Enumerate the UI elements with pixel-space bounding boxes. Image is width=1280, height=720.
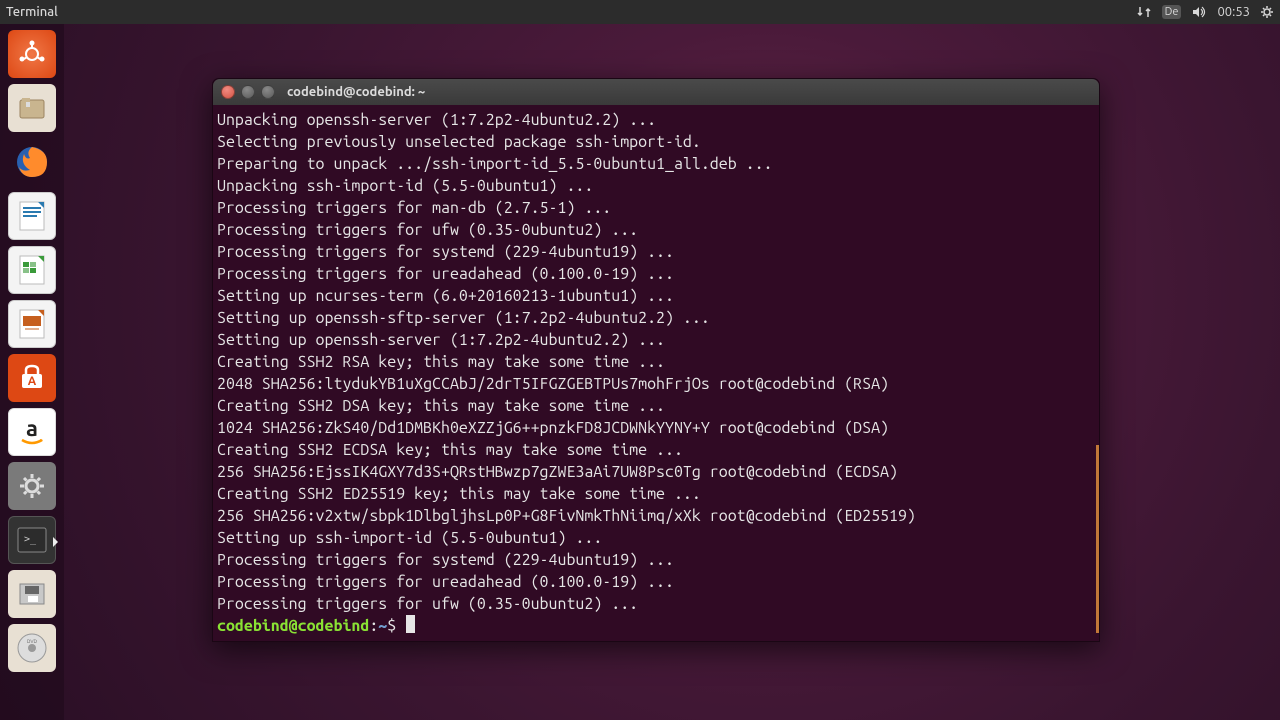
terminal-scrollbar[interactable]	[1096, 445, 1099, 633]
window-close-button[interactable]	[221, 85, 235, 99]
terminal-line: Processing triggers for ufw (0.35-0ubunt…	[217, 593, 1095, 615]
terminal-window: codebind@codebind: ~ Unpacking openssh-s…	[212, 78, 1100, 642]
terminal-line: Processing triggers for ufw (0.35-0ubunt…	[217, 219, 1095, 241]
terminal-line: Processing triggers for systemd (229-4ub…	[217, 549, 1095, 571]
files-icon[interactable]	[8, 84, 56, 132]
prompt-colon: :	[369, 617, 378, 635]
svg-text:a: a	[26, 416, 38, 441]
active-app-name: Terminal	[6, 5, 58, 19]
terminal-cursor	[406, 615, 415, 633]
prompt-symbol: $	[387, 617, 396, 635]
terminal-line: 2048 SHA256:ltydukYB1uXgCCAbJ/2drT5IFGZG…	[217, 373, 1095, 395]
terminal-line: Creating SSH2 RSA key; this may take som…	[217, 351, 1095, 373]
network-icon[interactable]	[1136, 5, 1152, 19]
prompt-user: codebind@codebind	[217, 617, 369, 635]
settings-icon[interactable]	[8, 462, 56, 510]
software-center-icon[interactable]: A	[8, 354, 56, 402]
terminal-icon[interactable]: >_	[8, 516, 56, 564]
top-menubar: Terminal De 00:53	[0, 0, 1280, 24]
gear-icon[interactable]	[1260, 5, 1274, 19]
terminal-line: Setting up ssh-import-id (5.5-0ubuntu1) …	[217, 527, 1095, 549]
svg-text:A: A	[28, 375, 37, 388]
libreoffice-writer-icon[interactable]	[8, 192, 56, 240]
dash-icon[interactable]	[8, 30, 56, 78]
terminal-line: Creating SSH2 ECDSA key; this may take s…	[217, 439, 1095, 461]
terminal-body[interactable]: Unpacking openssh-server (1:7.2p2-4ubunt…	[213, 105, 1099, 641]
terminal-line: Selecting previously unselected package …	[217, 131, 1095, 153]
svg-text:>_: >_	[24, 534, 37, 545]
terminal-line: Setting up openssh-server (1:7.2p2-4ubun…	[217, 329, 1095, 351]
terminal-line: Processing triggers for man-db (2.7.5-1)…	[217, 197, 1095, 219]
terminal-line: 256 SHA256:EjssIK4GXY7d3S+QRstHBwzp7gZWE…	[217, 461, 1095, 483]
terminal-line: Preparing to unpack .../ssh-import-id_5.…	[217, 153, 1095, 175]
window-minimize-button[interactable]	[241, 85, 255, 99]
terminal-line: Processing triggers for ureadahead (0.10…	[217, 571, 1095, 593]
terminal-title: codebind@codebind: ~	[287, 85, 425, 99]
terminal-line: Unpacking openssh-server (1:7.2p2-4ubunt…	[217, 109, 1095, 131]
system-tray: De 00:53	[1136, 5, 1274, 19]
terminal-line: Processing triggers for systemd (229-4ub…	[217, 241, 1095, 263]
libreoffice-impress-icon[interactable]	[8, 300, 56, 348]
terminal-line: Setting up ncurses-term (6.0+20160213-1u…	[217, 285, 1095, 307]
terminal-line: Setting up openssh-sftp-server (1:7.2p2-…	[217, 307, 1095, 329]
terminal-line: Unpacking ssh-import-id (5.5-0ubuntu1) .…	[217, 175, 1095, 197]
terminal-titlebar[interactable]: codebind@codebind: ~	[213, 79, 1099, 105]
firefox-icon[interactable]	[8, 138, 56, 186]
volume-icon[interactable]	[1191, 5, 1207, 19]
svg-text:DVD: DVD	[27, 638, 38, 644]
terminal-line: Creating SSH2 ED25519 key; this may take…	[217, 483, 1095, 505]
terminal-line: Creating SSH2 DSA key; this may take som…	[217, 395, 1095, 417]
terminal-line: 1024 SHA256:ZkS40/Dd1DMBKh0eXZZjG6++pnzk…	[217, 417, 1095, 439]
terminal-line: Processing triggers for ureadahead (0.10…	[217, 263, 1095, 285]
disk-icon[interactable]	[8, 570, 56, 618]
amazon-icon[interactable]: a	[8, 408, 56, 456]
terminal-prompt: codebind@codebind:~$	[217, 615, 1095, 637]
libreoffice-calc-icon[interactable]	[8, 246, 56, 294]
unity-launcher: A a >_ DVD	[0, 24, 64, 720]
clock[interactable]: 00:53	[1217, 5, 1250, 19]
prompt-path: ~	[378, 617, 387, 635]
window-maximize-button[interactable]	[261, 85, 275, 99]
terminal-line: 256 SHA256:v2xtw/sbpk1DlbgljhsLp0P+G8Fiv…	[217, 505, 1095, 527]
keyboard-layout-indicator[interactable]: De	[1162, 5, 1182, 19]
dvd-icon[interactable]: DVD	[8, 624, 56, 672]
